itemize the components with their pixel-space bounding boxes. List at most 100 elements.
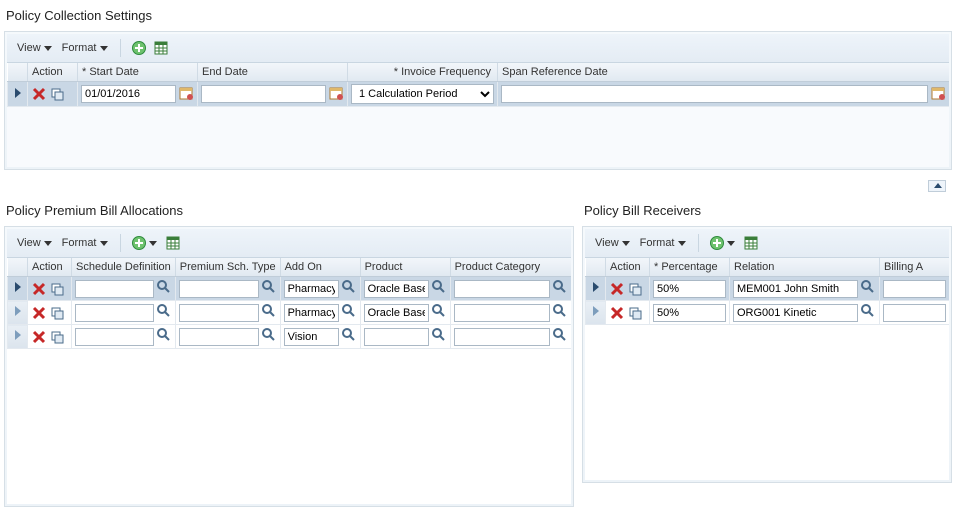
add-button[interactable] [129,233,149,253]
add-dropdown[interactable] [727,241,735,246]
product-input[interactable] [364,304,429,322]
allocations-row[interactable] [8,325,572,349]
col-action: Action [606,258,650,277]
add-dropdown[interactable] [149,241,157,246]
lookup-button[interactable] [860,303,876,322]
date-picker-button[interactable] [930,85,946,104]
receivers-row[interactable] [586,301,950,325]
lookup-button[interactable] [431,279,447,298]
view-menu-label: View [595,237,619,249]
chevron-down-icon [100,241,108,246]
product-category-input[interactable] [454,328,550,346]
lookup-button[interactable] [552,279,568,298]
plus-icon [709,235,725,251]
export-button[interactable] [151,38,171,58]
product-category-input[interactable] [454,280,550,298]
format-menu[interactable]: Format [636,235,690,251]
col-start-date: * Start Date [78,63,198,82]
format-menu[interactable]: Format [58,235,112,251]
relation-input[interactable] [733,280,858,298]
premium-type-input[interactable] [179,280,259,298]
copy-button[interactable] [49,86,65,102]
receivers-panel: View Format Action * Percentage Relation [582,226,952,483]
lookup-button[interactable] [860,279,876,298]
export-button[interactable] [741,233,761,253]
row-selector[interactable] [8,277,28,301]
triangle-right-icon [15,306,21,316]
lookup-button[interactable] [431,327,447,346]
lookup-button[interactable] [341,279,357,298]
lookup-button[interactable] [156,279,172,298]
add-button[interactable] [129,38,149,58]
format-menu[interactable]: Format [58,40,112,56]
lookup-button[interactable] [261,279,277,298]
billing-a-input[interactable] [883,280,946,298]
collapse-toggle[interactable] [928,180,946,192]
product-input[interactable] [364,328,429,346]
lookup-button[interactable] [156,303,172,322]
copy-button[interactable] [49,305,65,321]
schedule-definition-input[interactable] [75,328,154,346]
row-selector[interactable] [586,277,606,301]
row-selector[interactable] [8,301,28,325]
lookup-button[interactable] [261,303,277,322]
schedule-definition-input[interactable] [75,304,154,322]
copy-button[interactable] [627,281,643,297]
date-picker-button[interactable] [178,85,194,104]
lookup-button[interactable] [552,303,568,322]
lookup-button[interactable] [431,303,447,322]
percentage-input[interactable] [653,304,726,322]
col-action: Action [28,258,72,277]
premium-type-input[interactable] [179,328,259,346]
product-input[interactable] [364,280,429,298]
magnifier-icon [156,303,172,319]
start-date-input[interactable] [81,85,176,103]
export-button[interactable] [163,233,183,253]
chevron-down-icon [100,46,108,51]
end-date-input[interactable] [201,85,326,103]
spreadsheet-icon [743,235,759,251]
row-selector[interactable] [8,325,28,349]
date-picker-button[interactable] [328,85,344,104]
product-category-input[interactable] [454,304,550,322]
lookup-button[interactable] [156,327,172,346]
receivers-row[interactable] [586,277,950,301]
allocations-row[interactable] [8,277,572,301]
schedule-definition-input[interactable] [75,280,154,298]
copy-button[interactable] [627,305,643,321]
lookup-button[interactable] [552,327,568,346]
delete-button[interactable] [31,86,47,102]
add-on-input[interactable] [284,304,339,322]
delete-button[interactable] [609,281,625,297]
triangle-right-icon [15,330,21,340]
delete-button[interactable] [31,329,47,345]
premium-type-input[interactable] [179,304,259,322]
lookup-button[interactable] [341,327,357,346]
copy-button[interactable] [49,281,65,297]
relation-input[interactable] [733,304,858,322]
col-schedule-def: Schedule Definition [72,258,176,277]
collection-row[interactable]: 1 Calculation Period [8,82,950,107]
invoice-frequency-select[interactable]: 1 Calculation Period [351,84,494,104]
view-menu[interactable]: View [591,235,634,251]
add-on-input[interactable] [284,328,339,346]
lookup-button[interactable] [261,327,277,346]
delete-button[interactable] [31,281,47,297]
delete-button[interactable] [609,305,625,321]
billing-a-input[interactable] [883,304,946,322]
add-button[interactable] [707,233,727,253]
percentage-input[interactable] [653,280,726,298]
add-on-input[interactable] [284,280,339,298]
view-menu[interactable]: View [13,235,56,251]
section-title-collection: Policy Collection Settings [6,8,952,23]
row-selector[interactable] [8,82,28,107]
chevron-down-icon [44,46,52,51]
span-date-input[interactable] [501,85,928,103]
row-selector[interactable] [586,301,606,325]
copy-button[interactable] [49,329,65,345]
collection-toolbar: View Format [7,34,949,63]
delete-button[interactable] [31,305,47,321]
lookup-button[interactable] [341,303,357,322]
allocations-row[interactable] [8,301,572,325]
view-menu[interactable]: View [13,40,56,56]
